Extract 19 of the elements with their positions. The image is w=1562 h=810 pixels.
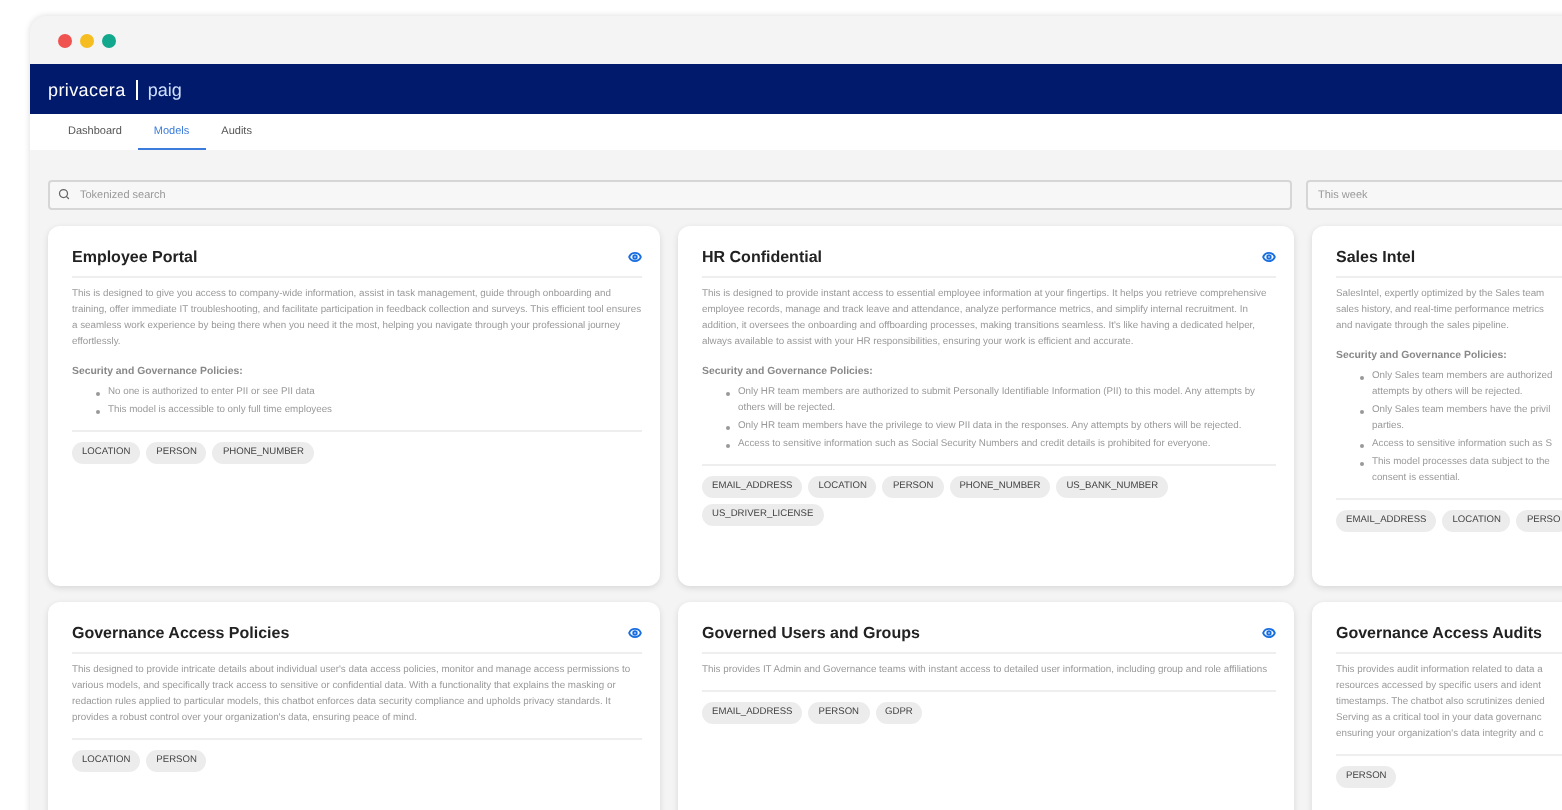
close-icon[interactable] (58, 33, 72, 47)
card-title: Sales Intel (1336, 248, 1416, 266)
minimize-icon[interactable] (80, 33, 94, 47)
product-logo: paig (147, 79, 182, 99)
card-title: Employee Portal (72, 248, 198, 266)
card-title: Governance Access Policies (72, 624, 290, 642)
eye-icon[interactable] (628, 626, 642, 640)
card-title: Governed Users and Groups (702, 624, 920, 642)
model-card[interactable] (48, 602, 660, 810)
model-card[interactable] (1312, 226, 1562, 586)
maximize-icon[interactable] (102, 33, 116, 47)
model-card[interactable] (678, 226, 1294, 586)
search-icon (58, 188, 70, 200)
card-title: HR Confidential (702, 248, 822, 266)
eye-icon[interactable] (1262, 626, 1276, 640)
eye-icon[interactable] (1262, 250, 1276, 264)
eye-icon[interactable] (628, 250, 642, 264)
brand-logo: privacera (48, 79, 126, 99)
card-title: Governance Access Audits (1336, 624, 1543, 642)
